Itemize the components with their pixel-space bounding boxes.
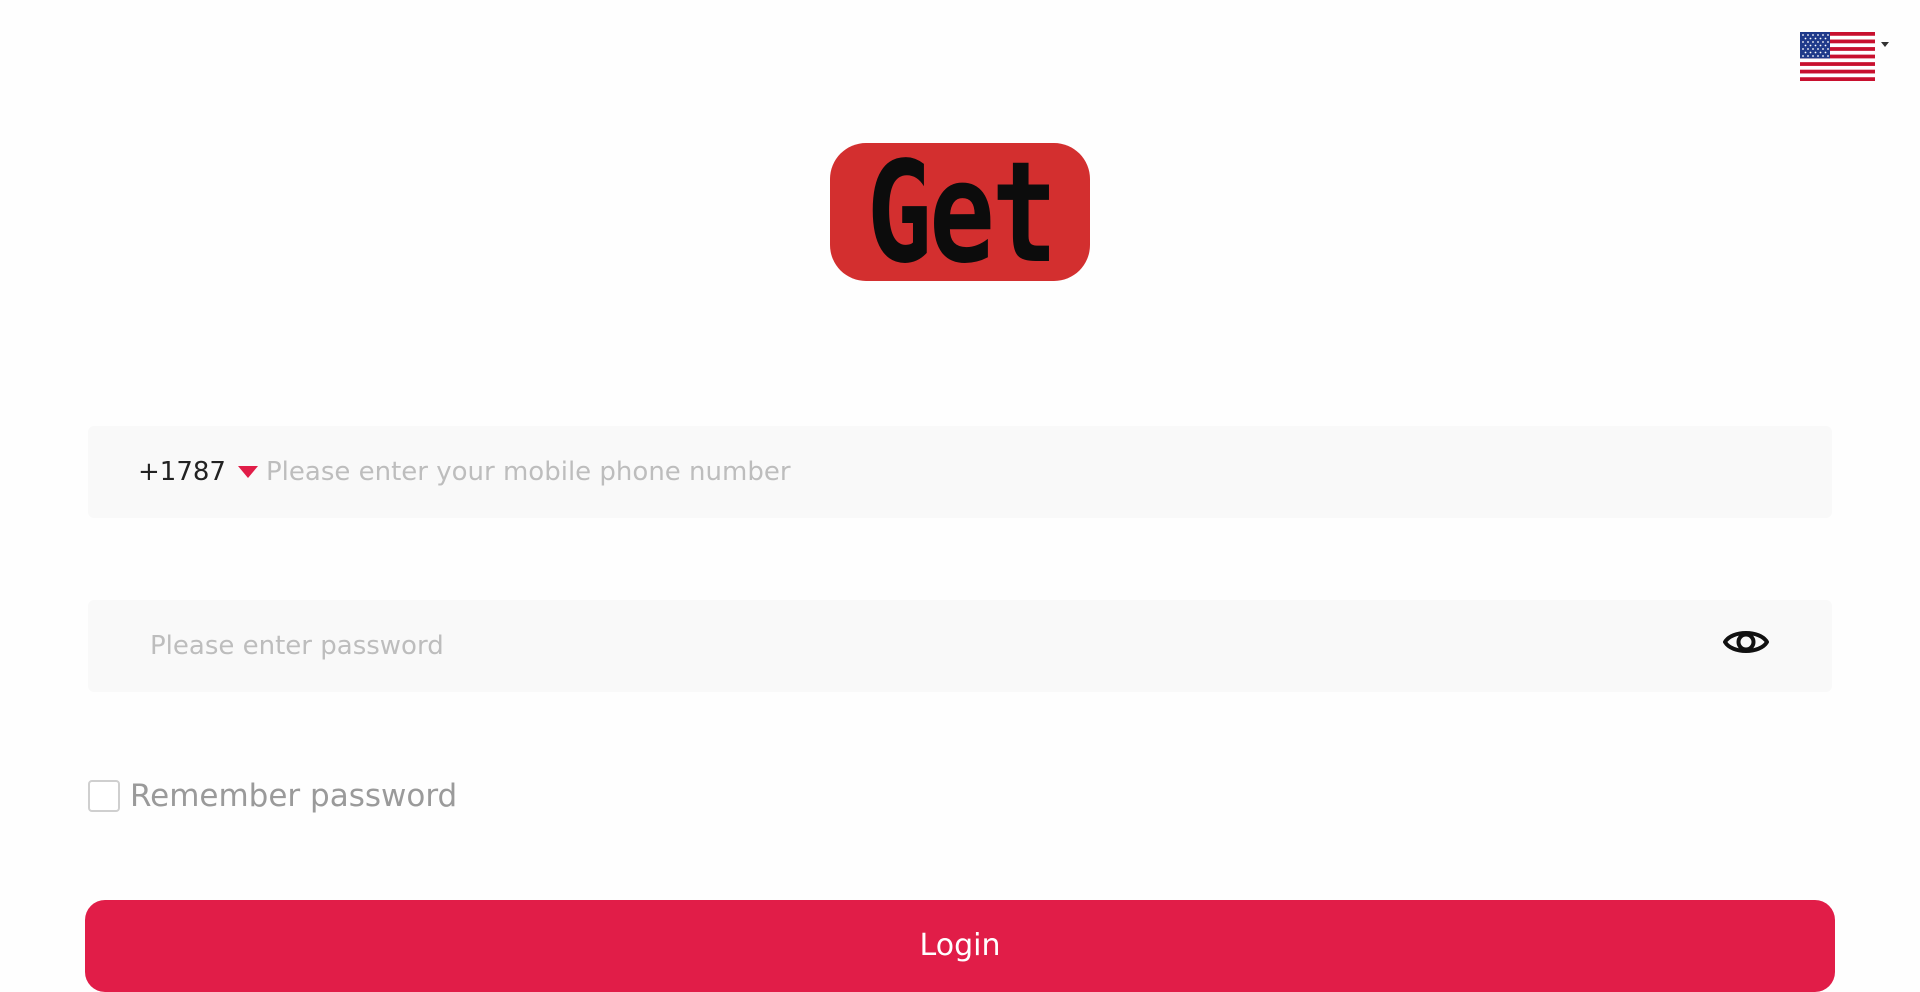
login-button[interactable]: Login: [85, 900, 1835, 992]
phone-field: +1787: [88, 426, 1832, 518]
password-input[interactable]: [150, 600, 1750, 692]
remember-password[interactable]: Remember password: [88, 778, 457, 814]
password-field: [88, 600, 1832, 692]
us-flag-icon: [1800, 32, 1875, 81]
logo-text: Get: [866, 143, 1057, 282]
remember-password-label: Remember password: [130, 778, 458, 814]
country-code-selector[interactable]: +1787: [138, 426, 258, 518]
phone-input[interactable]: [266, 426, 1786, 518]
remember-password-checkbox[interactable]: [88, 780, 120, 812]
caret-down-icon: [237, 466, 258, 478]
country-code-value: +1787: [138, 457, 226, 487]
logo: Get: [830, 143, 1090, 281]
eye-icon[interactable]: [1722, 618, 1770, 666]
caret-down-icon: [1881, 42, 1889, 47]
language-selector[interactable]: [1800, 32, 1896, 82]
